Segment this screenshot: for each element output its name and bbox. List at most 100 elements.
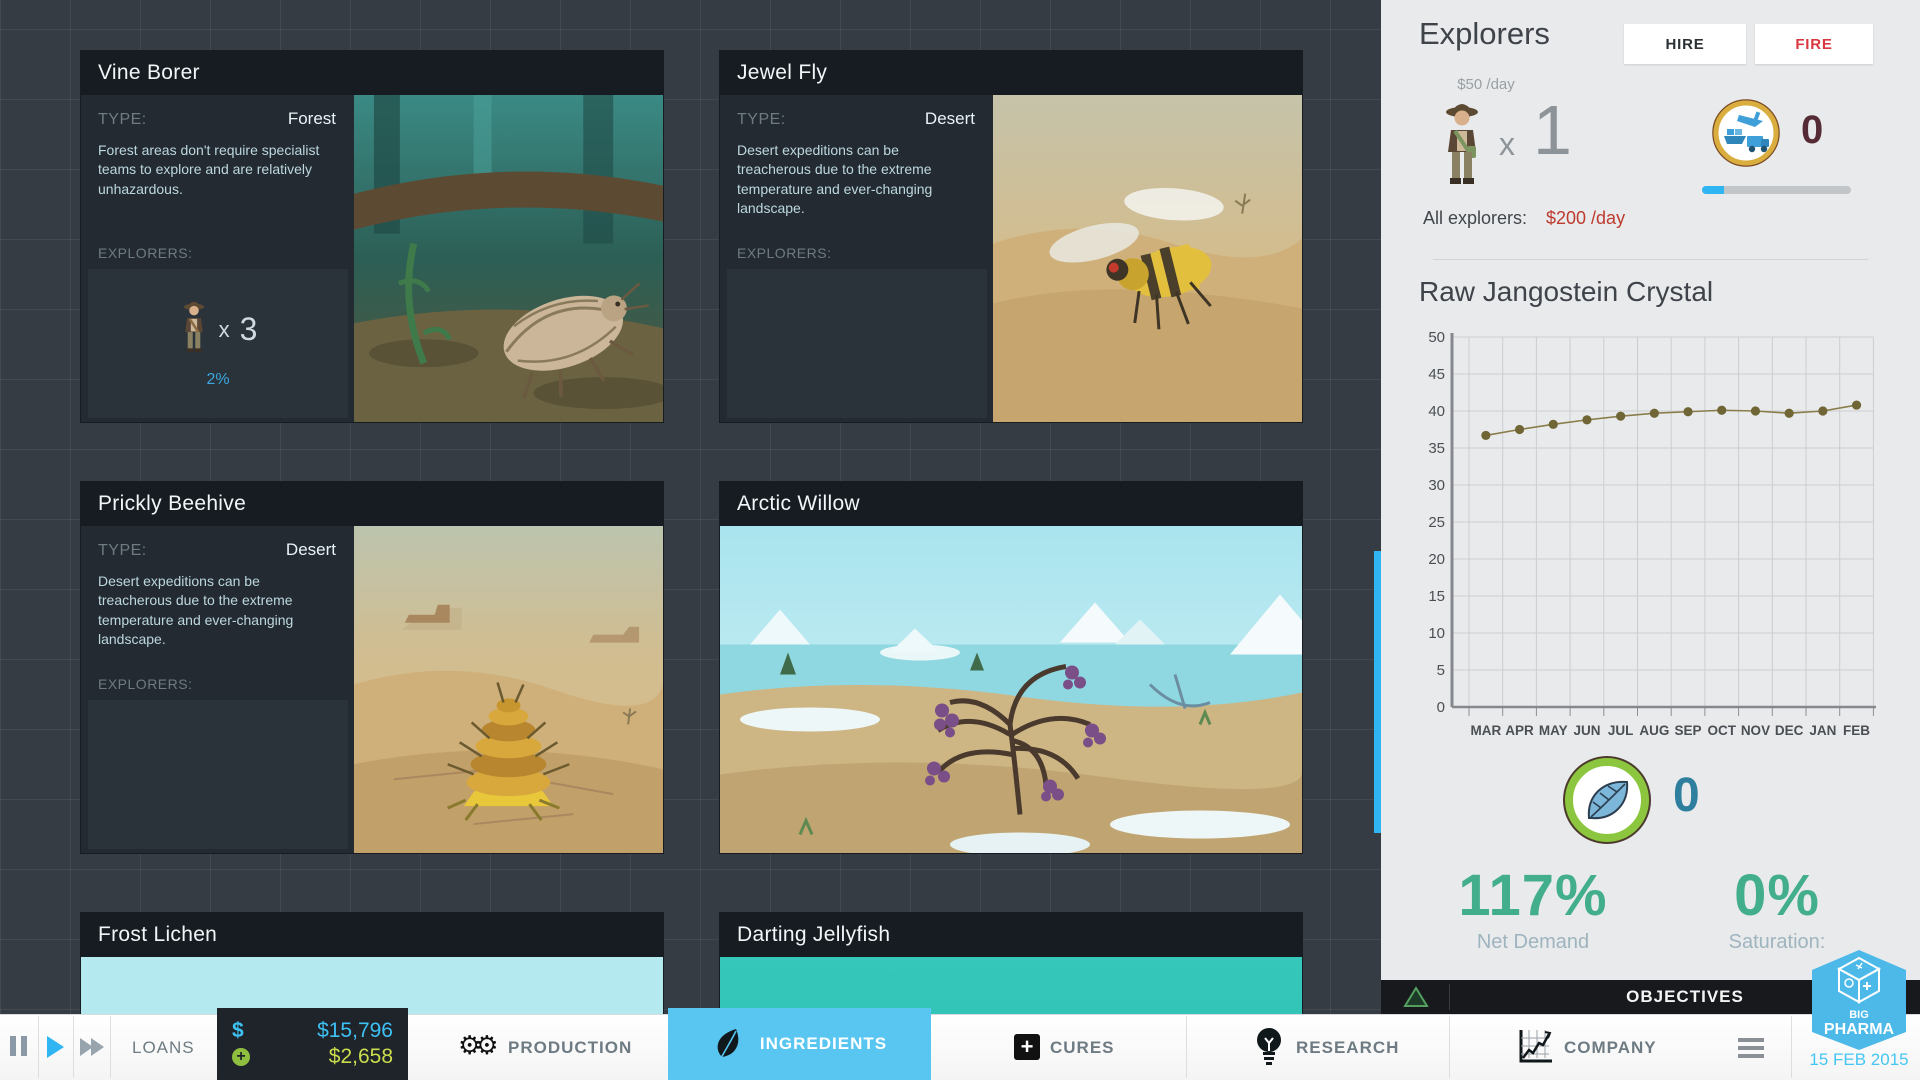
explorers-label: EXPLORERS:: [98, 676, 192, 692]
x-tick-label: JUL: [1608, 723, 1634, 738]
ingredient-image-deserthive: [354, 526, 663, 853]
net-demand-stat: 117% Net Demand: [1403, 862, 1663, 954]
transport-count: 0: [1801, 108, 1823, 153]
x-tick-label: SEP: [1675, 723, 1702, 738]
pause-button[interactable]: [10, 1036, 27, 1056]
type-label: TYPE:: [98, 542, 147, 560]
explorers-label: EXPLORERS:: [737, 245, 831, 261]
x-tick-label: OCT: [1708, 723, 1737, 738]
price-point: [1785, 409, 1794, 418]
ingredient-card[interactable]: Arctic Willow: [720, 482, 1302, 853]
explorer-multiply: x: [1499, 126, 1515, 163]
ingredient-image-desertfly: [993, 95, 1302, 422]
ingredient-stock-count: 0: [1673, 768, 1700, 823]
x-tick-label: JUN: [1573, 723, 1600, 738]
fire-button[interactable]: FIRE: [1755, 24, 1873, 64]
price-point: [1683, 407, 1692, 416]
daily-income: $2,658: [329, 1045, 393, 1069]
play-button[interactable]: [47, 1036, 64, 1058]
hire-button[interactable]: HIRE: [1624, 24, 1746, 64]
ingredient-description: Forest areas don't require specialist te…: [98, 141, 336, 199]
fast-forward-button[interactable]: [80, 1038, 104, 1056]
ingredient-title: Vine Borer: [98, 61, 200, 85]
transport-progress-bar: [1702, 186, 1851, 194]
y-tick-label: 40: [1428, 403, 1445, 420]
explorer-slot[interactable]: x 3 2%: [88, 269, 348, 418]
logo-line1: BIG: [1849, 1009, 1869, 1021]
ingredient-card[interactable]: Vine Borer TYPE: Forest Forest areas don…: [81, 51, 663, 422]
ingredient-card[interactable]: Prickly Beehive TYPE: Desert Desert expe…: [81, 482, 663, 853]
tab-ingredients[interactable]: INGREDIENTS: [668, 1008, 931, 1080]
game-date: 15 FEB 2015: [1800, 1050, 1918, 1070]
bulb-icon: [1254, 1026, 1284, 1073]
tab-ingredients-label: INGREDIENTS: [760, 1034, 887, 1054]
transport-progress-fill: [1702, 186, 1724, 194]
loans-button[interactable]: LOANS: [132, 1038, 195, 1058]
fast-forward-icon: [91, 1038, 104, 1056]
pause-icon: [10, 1036, 27, 1056]
gears-icon: ⚙⚙: [458, 1031, 493, 1061]
explorer-slot[interactable]: [727, 269, 987, 418]
ingredient-image-forest: [354, 95, 663, 422]
y-tick-label: 25: [1428, 514, 1445, 531]
ingredient-text-panel: TYPE: Desert Desert expeditions can be t…: [81, 526, 354, 853]
type-value: Desert: [286, 540, 336, 560]
explorer-icon: [179, 298, 209, 361]
net-demand-label: Net Demand: [1403, 931, 1663, 954]
x-tick-label: FEB: [1843, 723, 1870, 738]
all-explorers-label: All explorers:: [1423, 208, 1527, 229]
type-value: Desert: [925, 109, 975, 129]
cross-icon: +: [1014, 1034, 1040, 1060]
income-plus-icon: +: [232, 1048, 250, 1066]
tab-cures[interactable]: CURES: [1050, 1038, 1115, 1058]
y-tick-label: 0: [1437, 699, 1445, 716]
explorer-count-row: x 3: [179, 298, 258, 361]
saturation-value: 0%: [1647, 862, 1907, 929]
explorers-panel-title: Explorers: [1419, 16, 1550, 52]
price-point: [1549, 420, 1558, 429]
tab-research[interactable]: RESEARCH: [1296, 1038, 1399, 1058]
y-tick-label: 30: [1428, 477, 1445, 494]
x-tick-label: JAN: [1809, 723, 1836, 738]
big-pharma-ingredients-screen: Vine Borer TYPE: Forest Forest areas don…: [0, 0, 1920, 1080]
tab-production[interactable]: PRODUCTION: [508, 1038, 632, 1058]
x-tick-label: MAR: [1470, 723, 1501, 738]
menu-button[interactable]: [1738, 1038, 1764, 1062]
ingredient-card-header: Jewel Fly: [720, 51, 1302, 95]
objectives-expand-icon[interactable]: [1403, 985, 1429, 1009]
y-tick-label: 10: [1428, 625, 1445, 642]
type-label: TYPE:: [737, 111, 786, 129]
y-tick-label: 35: [1428, 440, 1445, 457]
ingredient-card-body: TYPE: Forest Forest areas don't require …: [81, 95, 663, 422]
ingredient-title: Prickly Beehive: [98, 492, 246, 516]
price-point: [1717, 406, 1726, 415]
price-point: [1852, 400, 1861, 409]
ingredient-card-header: Frost Lichen: [81, 913, 663, 957]
logo-line2: PHARMA: [1824, 1021, 1895, 1038]
y-tick-label: 20: [1428, 551, 1445, 568]
ingredient-title: Arctic Willow: [737, 492, 860, 516]
ingredient-text-panel: TYPE: Forest Forest areas don't require …: [81, 95, 354, 422]
ingredient-card[interactable]: Jewel Fly TYPE: Desert Desert expedition…: [720, 51, 1302, 422]
price-point: [1481, 431, 1490, 440]
price-point: [1582, 415, 1591, 424]
ingredient-description: Desert expeditions can be treacherous du…: [737, 141, 975, 218]
ingredient-card-body: [720, 526, 1302, 853]
ingredient-title: Jewel Fly: [737, 61, 827, 85]
ingredient-card-header: Darting Jellyfish: [720, 913, 1302, 957]
card-grid-scrollbar[interactable]: [1374, 551, 1381, 833]
ingredient-card-header: Vine Borer: [81, 51, 663, 95]
cash-balance: $15,796: [317, 1019, 393, 1043]
y-tick-label: 50: [1428, 329, 1445, 346]
x-tick-label: APR: [1505, 723, 1534, 738]
net-demand-value: 117%: [1403, 862, 1663, 929]
ingredient-card-header: Prickly Beehive: [81, 482, 663, 526]
explorer-slot[interactable]: [88, 700, 348, 849]
explorer-unit-cost: $50 /day: [1421, 76, 1551, 93]
x-tick-label: NOV: [1741, 723, 1770, 738]
explorer-count: 3: [240, 311, 258, 348]
ingredient-image-arctic: [720, 526, 1302, 853]
explorers-panel: Explorers HIRE FIRE $50 /day x 1: [1381, 0, 1920, 980]
finance-summary[interactable]: $ $15,796 + $2,658: [217, 1008, 408, 1080]
tab-company[interactable]: COMPANY: [1564, 1038, 1657, 1058]
